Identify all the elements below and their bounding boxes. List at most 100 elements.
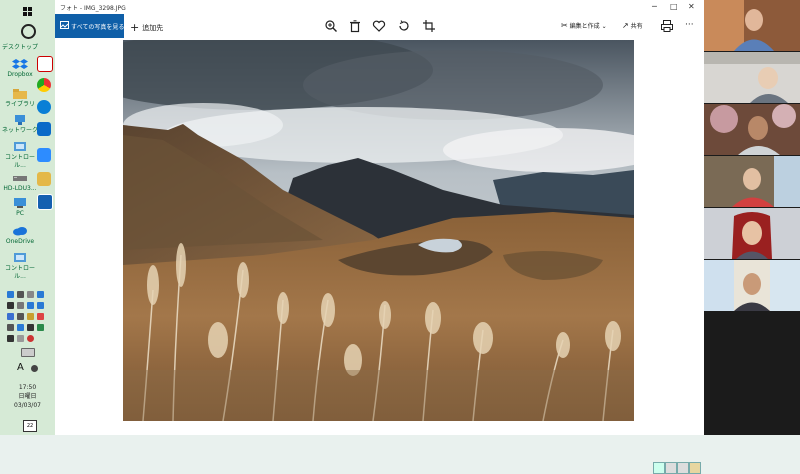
desktop-item-label: コントロール... [4,265,35,280]
view-mode-icon[interactable] [677,462,689,474]
photos-window: フォト - IMG_3298.JPG ─ □ ✕ すべての写真を見る +追加先 [55,0,704,474]
clock-time: 17:50 [18,384,37,391]
toolbar: すべての写真を見る + 追加先 ✂ 編集と作成 ⌄ ↗ 共有 ··· [55,14,704,38]
pinned-app-icon[interactable] [37,56,53,72]
outlook-icon[interactable] [37,122,51,136]
share-icon: ↗ [622,21,629,30]
share-button[interactable]: ↗ 共有 [622,21,643,30]
photos-app-icon[interactable] [37,194,53,210]
rotate-icon[interactable] [397,19,411,33]
tray-icon[interactable] [37,313,44,320]
zoom-icon[interactable] [324,19,338,33]
desktop-item-label: デスクトップ [2,44,39,51]
bluetooth-icon[interactable] [7,291,14,298]
view-mode-icon[interactable] [689,462,701,474]
participant-video-tile[interactable] [704,156,800,207]
edit-and-create-button[interactable]: ✂ 編集と作成 ⌄ [561,21,607,30]
clock[interactable]: 17:50 日曜日 03/03/07 [0,383,55,410]
desktop-item-pc[interactable]: PC [2,197,38,218]
desktop-item-label: Dropbox [7,71,33,78]
clock-date: 03/03/07 [14,402,41,409]
drive-icon [13,176,27,181]
desktop-item-dropbox[interactable]: Dropbox [2,58,38,79]
desktop-item-label: OneDrive [5,238,35,245]
participant-video-tile[interactable] [704,104,800,155]
chevron-down-icon: ⌄ [601,23,607,30]
edit-label: 編集と作成 [569,23,600,30]
view-mode-icon[interactable] [653,462,665,474]
desktop-item-control-panel[interactable]: コントロール... [2,141,38,170]
clock-day: 日曜日 [18,393,37,400]
title-bar: フォト - IMG_3298.JPG ─ □ ✕ [55,0,704,14]
library-folder-icon [13,89,27,99]
desktop-item-network[interactable]: ネットワーク [2,114,38,135]
control-panel-icon [14,253,26,262]
taskbar: デスクトップ Dropbox ライブラリ ネットワーク コントロール... HD… [0,0,56,435]
crop-icon[interactable] [422,19,436,33]
dropbox-tray-icon[interactable] [7,335,14,342]
participant-video-tile[interactable] [704,208,800,259]
minimize-icon[interactable]: ─ [652,2,657,11]
windows-start-icon[interactable] [18,5,36,19]
see-all-photos-button[interactable]: すべての写真を見る [55,14,124,38]
pc-icon [14,198,26,208]
keyboard-icon[interactable] [21,348,35,357]
tray-icon[interactable] [17,324,24,331]
desktop-item-label: コントロール... [4,154,35,169]
desktop-item-onedrive[interactable]: OneDrive [2,225,38,246]
tray-icon[interactable] [27,313,34,320]
see-all-label: すべての写真を見る [71,24,125,31]
favorite-icon[interactable] [372,19,386,33]
input-mode-indicator[interactable]: A [17,362,24,373]
file-explorer-icon[interactable] [37,172,51,186]
tray-icon[interactable] [7,302,14,309]
desktop-item-label: HD-LDU3... [3,185,37,192]
maximize-icon[interactable]: □ [670,2,678,11]
edit-icon: ✂ [561,21,568,30]
tray-icon[interactable] [17,313,24,320]
tray-icon[interactable] [17,302,24,309]
window-title: フォト - IMG_3298.JPG [60,5,126,12]
tray-icon[interactable] [27,291,34,298]
tray-icon[interactable] [17,335,24,342]
print-icon[interactable] [660,19,674,33]
view-mode-icon[interactable] [665,462,677,474]
control-panel-icon [14,142,26,151]
volume-icon[interactable] [7,324,14,331]
desktop-item-label: ライブラリ [4,101,35,108]
gallery-icon [60,21,69,29]
tray-icon[interactable] [17,291,24,298]
delete-icon[interactable] [348,19,362,33]
search-icon[interactable] [21,24,36,39]
desktop-item-library[interactable]: ライブラリ [2,88,38,109]
desktop-item-label: ネットワーク [2,127,39,134]
edge-icon[interactable] [37,100,51,114]
tray-icon[interactable] [37,291,44,298]
zoom-app-icon[interactable] [37,148,51,162]
desktop-item-control-panel-2[interactable]: コントロール... [2,252,38,281]
notification-badge[interactable]: 22 [23,420,37,432]
video-participants [704,0,800,435]
tray-icon[interactable] [27,302,34,309]
tray-icon[interactable] [37,302,44,309]
desktop-item-desktop[interactable]: デスクトップ [2,44,38,52]
tray-icon[interactable] [7,313,14,320]
tray-icon[interactable] [27,335,34,342]
desktop-item-label: PC [16,210,24,217]
plus-icon: + [130,21,140,34]
participant-video-tile[interactable] [704,260,800,311]
add-to-button[interactable]: + 追加先 [130,20,164,34]
participant-video-tile[interactable] [704,52,800,103]
ime-icon[interactable] [31,365,38,372]
close-icon[interactable]: ✕ [688,2,695,11]
tray-icon[interactable] [37,324,44,331]
photo-viewer [55,38,704,474]
dropbox-icon [12,59,28,69]
participant-video-tile[interactable] [704,0,800,51]
add-to-label: 追加先 [142,24,164,32]
display-icon[interactable] [27,324,34,331]
desktop-item-hdd[interactable]: HD-LDU3... [2,172,38,193]
landscape-photo[interactable] [123,40,634,421]
chrome-icon[interactable] [37,78,51,92]
more-icon[interactable]: ··· [685,20,694,30]
